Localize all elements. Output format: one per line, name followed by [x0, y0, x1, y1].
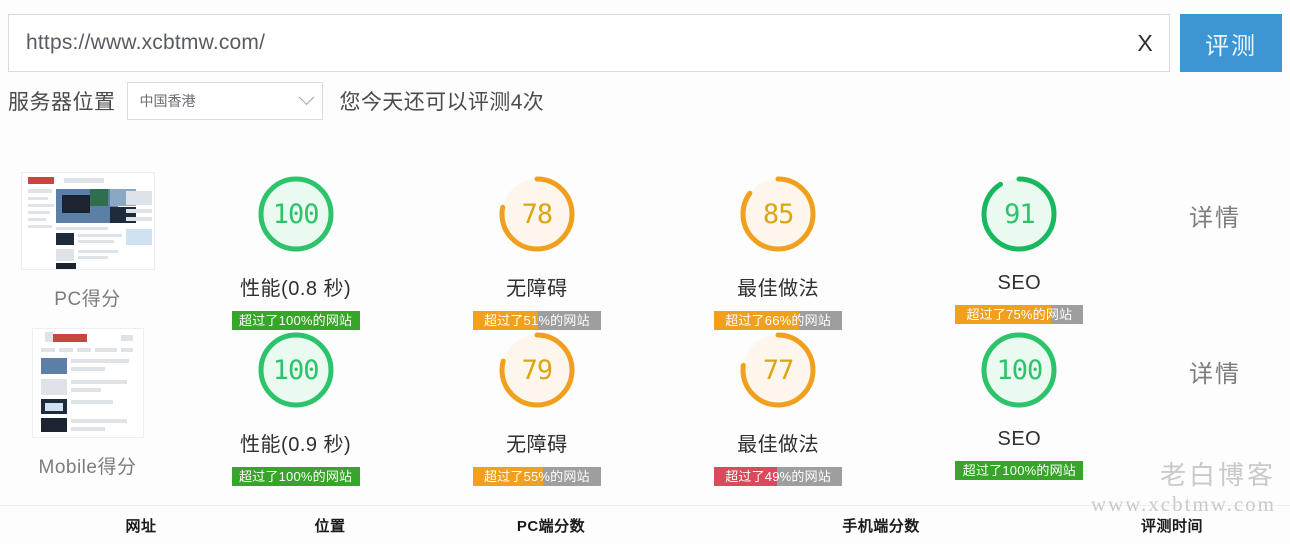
thumbnail-cell-pc: PC得分 — [0, 170, 175, 311]
metric-cell: 78 无障碍 超过了51%的网站 — [416, 170, 657, 330]
thumbnail-caption-pc: PC得分 — [54, 289, 121, 310]
server-location-label: 服务器位置 — [8, 91, 116, 114]
metric-label: 性能(0.8 秒) — [240, 278, 352, 300]
gauge-ring: 91 — [975, 170, 1063, 258]
percentile-badge-text: 超过了49%的网站 — [725, 469, 832, 484]
detail-link-mobile[interactable]: 详情 — [1189, 354, 1241, 389]
server-options-row: 服务器位置 中国香港 您今天还可以评测4次 — [8, 80, 544, 122]
gauge-ring: 79 — [493, 326, 581, 414]
gauge-ring: 100 — [252, 170, 340, 258]
url-input[interactable] — [9, 16, 1121, 70]
percentile-badge-text: 超过了75%的网站 — [966, 307, 1073, 322]
column-header-url: 网址 — [125, 518, 157, 535]
metric-label: 最佳做法 — [737, 278, 820, 300]
gauge-score: 100 — [272, 198, 320, 230]
metric-cell: 77 最佳做法 超过了49%的网站 — [658, 326, 899, 486]
percentile-badge: 超过了55%的网站 — [472, 467, 601, 486]
metric-cell: 100 性能(0.9 秒) 超过了100%的网站 — [175, 326, 416, 486]
percentile-badge-text: 超过了100%的网站 — [239, 469, 353, 484]
gauge-ring: 78 — [493, 170, 581, 258]
column-header-mobile-score: 手机端分数 — [842, 518, 920, 535]
screenshot-thumbnail-mobile — [31, 328, 144, 438]
gauge-score: 77 — [762, 354, 795, 386]
url-bar: X 评测 — [8, 14, 1282, 72]
metric-label: SEO — [997, 272, 1042, 294]
clear-icon[interactable]: X — [1121, 15, 1169, 71]
detail-link-pc[interactable]: 详情 — [1189, 198, 1241, 233]
gauge-ring: 85 — [734, 170, 822, 258]
gauge-score: 91 — [1004, 198, 1036, 230]
thumbnail-caption-mobile: Mobile得分 — [38, 457, 137, 478]
gauge-score: 78 — [521, 198, 554, 230]
server-location-value: 中国香港 — [139, 93, 196, 109]
metric-label: 最佳做法 — [737, 434, 820, 456]
gauge-score: 79 — [521, 354, 554, 386]
gauge-score: 85 — [762, 198, 795, 230]
metric-cell: 91 SEO 超过了75%的网站 — [899, 170, 1140, 324]
column-header-test-time: 评测时间 — [1140, 518, 1204, 535]
thumbnail-cell-mobile: Mobile得分 — [0, 326, 175, 479]
detail-cell-mobile: 详情 — [1140, 326, 1290, 389]
results-area: PC得分 100 性能(0.8 秒) 超过了100%的网站 78 无障碍 超过了… — [0, 150, 1290, 500]
metric-cell: 100 SEO 超过了100%的网站 — [899, 326, 1140, 480]
gauge-score: 100 — [272, 354, 320, 386]
metric-cell: 100 性能(0.8 秒) 超过了100%的网站 — [175, 170, 416, 330]
table-column-headers: 网址 位置 PC端分数 手机端分数 评测时间 — [0, 505, 1290, 544]
column-header-location: 位置 — [314, 518, 346, 535]
result-row-mobile: Mobile得分 100 性能(0.9 秒) 超过了100%的网站 79 无障碍… — [0, 326, 1290, 491]
gauge-score: 100 — [996, 354, 1043, 386]
percentile-badge: 超过了100%的网站 — [955, 461, 1084, 480]
percentile-badge: 超过了75%的网站 — [955, 305, 1084, 324]
metric-label: 无障碍 — [506, 434, 568, 456]
percentile-badge-text: 超过了55%的网站 — [483, 469, 590, 484]
url-input-wrapper: X — [8, 14, 1170, 72]
screenshot-thumbnail-pc — [20, 172, 155, 270]
quota-text: 您今天还可以评测4次 — [339, 91, 545, 114]
metric-label: SEO — [997, 428, 1042, 450]
metric-label: 无障碍 — [506, 278, 568, 300]
percentile-badge: 超过了100%的网站 — [231, 467, 360, 486]
server-location-select[interactable]: 中国香港 — [126, 82, 323, 120]
evaluate-button[interactable]: 评测 — [1180, 14, 1282, 72]
result-row-pc: PC得分 100 性能(0.8 秒) 超过了100%的网站 78 无障碍 超过了… — [0, 170, 1290, 335]
percentile-badge-text: 超过了100%的网站 — [962, 463, 1076, 478]
gauge-ring: 100 — [252, 326, 340, 414]
chevron-down-icon — [298, 88, 314, 105]
gauge-ring: 100 — [975, 326, 1063, 414]
metric-label: 性能(0.9 秒) — [240, 434, 352, 456]
metric-cell: 79 无障碍 超过了55%的网站 — [416, 326, 657, 486]
gauge-ring: 77 — [734, 326, 822, 414]
metric-cell: 85 最佳做法 超过了66%的网站 — [658, 170, 899, 330]
column-header-pc-score: PC端分数 — [516, 518, 586, 535]
detail-cell-pc: 详情 — [1140, 170, 1290, 233]
percentile-badge: 超过了49%的网站 — [714, 467, 843, 486]
